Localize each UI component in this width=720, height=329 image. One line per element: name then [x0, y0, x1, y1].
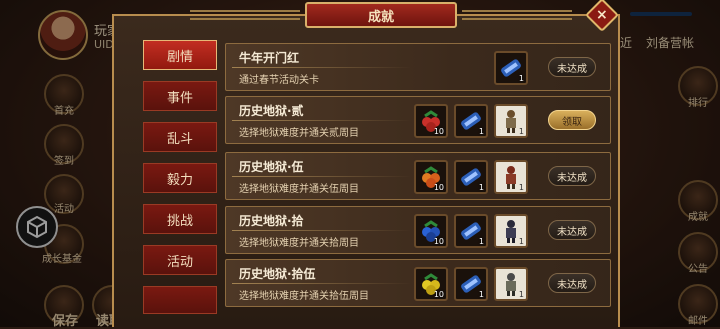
reward-item[interactable]: 1 [494, 267, 528, 301]
reward-item[interactable]: 1 [454, 104, 488, 138]
tab-brawl[interactable]: 乱斗 [143, 122, 217, 152]
divider [232, 283, 412, 284]
achievement-desc: 选择地狱难度并通关贰周目 [239, 128, 359, 139]
tab-more[interactable] [143, 286, 217, 314]
achievement-title: 历史地狱·拾伍 [239, 267, 316, 281]
reward-item[interactable]: 10 [414, 214, 448, 248]
achievement-desc: 通过春节活动关卡 [239, 75, 319, 86]
reward-item[interactable]: 1 [454, 267, 488, 301]
tab-story[interactable]: 剧情 [143, 40, 217, 70]
reward-count: 1 [478, 290, 484, 299]
status-button[interactable]: 未达成 [548, 220, 596, 240]
reward-item[interactable]: 10 [414, 267, 448, 301]
reward-count: 1 [478, 237, 484, 246]
status-button[interactable]: 未达成 [548, 273, 596, 293]
tab-challenge[interactable]: 挑战 [143, 204, 217, 234]
claim-button[interactable]: 领取 [548, 110, 596, 130]
header-ornament-left [190, 10, 300, 20]
reward-item[interactable]: 1 [494, 51, 528, 85]
reward-count: 1 [518, 127, 524, 136]
achievement-desc: 选择地狱难度并通关拾伍周目 [239, 291, 369, 302]
tab-activity[interactable]: 活动 [143, 245, 217, 275]
status-button[interactable]: 未达成 [548, 166, 596, 186]
close-icon: × [596, 6, 608, 23]
achievement-row: 历史地狱·贰 选择地狱难度并通关贰周目 10 1 1 领取 [225, 96, 611, 144]
achievement-title: 牛年开门红 [239, 51, 300, 65]
reward-count: 1 [518, 183, 524, 192]
achievement-row: 历史地狱·伍 选择地狱难度并通关伍周目 10 1 1 未达成 [225, 152, 611, 200]
reward-count: 10 [433, 290, 444, 299]
reward-count: 10 [433, 183, 444, 192]
header-ornament-right [462, 10, 572, 20]
achievement-title: 历史地狱·伍 [239, 160, 304, 174]
panel-title: 成就 [305, 2, 457, 28]
status-button[interactable]: 未达成 [548, 57, 596, 77]
reward-count: 10 [433, 237, 444, 246]
reward-count: 1 [518, 290, 524, 299]
reward-count: 1 [518, 237, 524, 246]
achievement-row: 牛年开门红 通过春节活动关卡 1 未达成 [225, 43, 611, 91]
divider [232, 67, 412, 68]
reward-item[interactable]: 1 [454, 214, 488, 248]
divider [232, 230, 412, 231]
reward-count: 1 [478, 183, 484, 192]
achievement-row: 历史地狱·拾伍 选择地狱难度并通关拾伍周目 10 1 1 未达成 [225, 259, 611, 307]
reward-item[interactable]: 10 [414, 104, 448, 138]
reward-count: 1 [518, 74, 524, 83]
tab-event[interactable]: 事件 [143, 81, 217, 111]
reward-count: 10 [433, 127, 444, 136]
reward-count: 1 [478, 127, 484, 136]
reward-item[interactable]: 10 [414, 160, 448, 194]
reward-item[interactable]: 1 [494, 214, 528, 248]
reward-item[interactable]: 1 [494, 104, 528, 138]
achievement-desc: 选择地狱难度并通关拾周目 [239, 238, 359, 249]
tab-perseverance[interactable]: 毅力 [143, 163, 217, 193]
divider [232, 176, 412, 177]
achievement-title: 历史地狱·拾 [239, 214, 304, 228]
achievement-row: 历史地狱·拾 选择地狱难度并通关拾周目 10 1 1 未达成 [225, 206, 611, 254]
achievement-title: 历史地狱·贰 [239, 104, 304, 118]
achievement-desc: 选择地狱难度并通关伍周目 [239, 184, 359, 195]
reward-item[interactable]: 1 [454, 160, 488, 194]
reward-item[interactable]: 1 [494, 160, 528, 194]
divider [232, 120, 412, 121]
